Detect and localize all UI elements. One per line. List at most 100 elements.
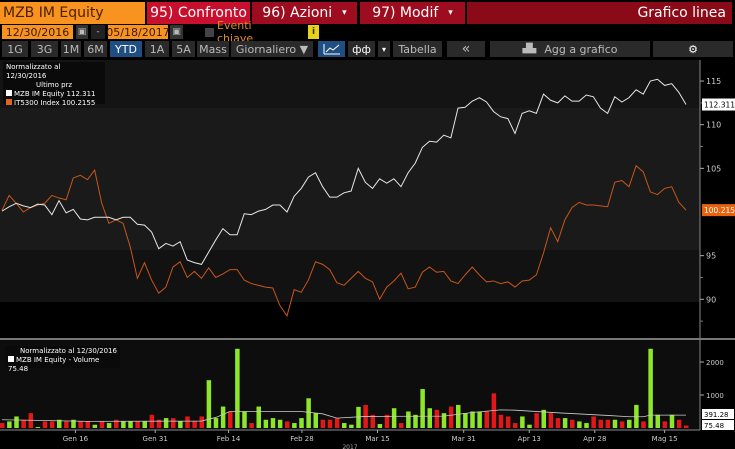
period-6m[interactable]: 6M	[84, 41, 107, 57]
end-date-input[interactable]: 05/18/2017	[106, 25, 170, 39]
volume-bar	[334, 418, 340, 428]
volume-bar	[399, 423, 404, 428]
legend-label: MZB IM Equity 112.311	[14, 90, 96, 98]
period-ytd[interactable]: YTD	[110, 41, 142, 57]
band	[0, 250, 700, 302]
volume-bar	[648, 348, 653, 428]
volume-bar	[527, 424, 532, 428]
period-5a[interactable]: 5A	[172, 41, 195, 57]
volume-bar	[577, 421, 582, 428]
x-tick-label: Gen 31	[143, 435, 168, 443]
volume-bar	[92, 424, 98, 428]
period-mass[interactable]: Mass	[197, 41, 229, 57]
edit-label: 97) Modif	[372, 5, 439, 21]
info-icon[interactable]: i	[308, 25, 319, 39]
period-1g[interactable]: 1G	[2, 41, 28, 57]
period-1a[interactable]: 1A	[145, 41, 169, 57]
period-3g[interactable]: 3G	[31, 41, 58, 57]
volume-bar	[470, 411, 475, 428]
events-label: Eventi chiave	[217, 19, 254, 45]
legend-label: IT5300 Index 100.2155	[14, 99, 96, 107]
volume-bar	[356, 406, 361, 428]
volume-bar	[541, 409, 546, 428]
volume-bar	[570, 419, 575, 428]
volume-bar	[413, 414, 418, 428]
gear-icon[interactable]: ⚙	[653, 41, 733, 57]
line-chart-icon[interactable]	[318, 41, 345, 57]
volume-bar	[463, 413, 468, 428]
volume-bar	[349, 424, 354, 428]
add-to-chart-button[interactable]: ▟▙ Agg a grafico	[490, 41, 650, 57]
year-label: 2017	[342, 444, 357, 449]
y-tick-label: 1000	[706, 392, 724, 400]
volume-bar	[64, 421, 69, 428]
volume-bar	[220, 406, 226, 428]
volume-bar	[85, 421, 90, 428]
value-tag-label: 391.28	[704, 411, 729, 419]
legend-item-index: IT5300 Index 100.2155	[6, 99, 102, 108]
volume-bar	[270, 418, 276, 428]
last-value-label: 100.2155	[704, 206, 735, 215]
x-tick-label: Gen 16	[63, 435, 89, 443]
volume-bar	[669, 414, 675, 428]
price-legend: Normalizzato al 12/30/2016 Ultimo prz MZ…	[3, 62, 105, 107]
volume-legend: Normalizzato al 12/30/2016 MZB IM Equity…	[5, 346, 120, 373]
collapse-button[interactable]: «	[447, 41, 485, 57]
volume-bar	[584, 423, 589, 428]
ticker-text: MZB IM Equity	[3, 5, 104, 21]
volume-bar	[441, 413, 447, 428]
volume-bar	[498, 414, 504, 428]
end-date-value: 05/18/2017	[106, 25, 170, 39]
table-button[interactable]: Tabella	[393, 41, 442, 57]
candlestick-icon[interactable]: фф	[348, 41, 375, 57]
volume-bar	[612, 419, 618, 428]
volume-bar	[598, 419, 603, 428]
edit-menu[interactable]: 97) Modif ▾	[360, 2, 465, 24]
volume-bar	[21, 419, 26, 428]
volume-bar	[391, 408, 397, 428]
volume-bar	[676, 419, 682, 428]
y-tick-label: 2000	[706, 359, 724, 367]
x-tick-label: Feb 14	[217, 435, 241, 443]
volume-bar	[256, 406, 261, 428]
volume-bar	[448, 406, 454, 428]
volume-bar	[619, 421, 625, 428]
volume-bar	[121, 421, 126, 428]
volume-bar	[505, 416, 511, 428]
frequency-select[interactable]: Giornaliero ▼	[231, 41, 313, 57]
y-tick-label: 105	[706, 164, 721, 173]
volume-bar	[163, 418, 169, 428]
calendar-icon[interactable]: ▣	[170, 25, 183, 39]
x-tick-label: Mag 15	[652, 435, 678, 443]
volume-bar	[285, 421, 290, 428]
volume-bar	[555, 418, 561, 428]
volume-bar	[299, 418, 304, 428]
volume-bar	[655, 414, 660, 428]
legend-item-mzb: MZB IM Equity 112.311	[6, 90, 102, 99]
volume-bar	[684, 425, 689, 428]
volume-bar	[0, 423, 5, 428]
volume-bar	[342, 423, 347, 428]
security-input[interactable]: MZB IM Equity	[0, 2, 145, 24]
legend-item-volume: MZB IM Equity - Volume 75.48	[8, 356, 117, 374]
volume-bar	[192, 421, 197, 428]
volume-bar	[106, 423, 112, 428]
last-value-label: 112.311	[704, 101, 735, 110]
volume-bar	[128, 421, 133, 428]
y-tick-label: 90	[706, 295, 716, 304]
x-tick-label: Feb 28	[290, 435, 314, 443]
volume-bar	[641, 421, 646, 428]
legend-title: Normalizzato al 12/30/2016	[20, 347, 117, 355]
value-tag-label: 75.48	[704, 422, 724, 430]
x-tick-label: Mar 31	[452, 435, 476, 443]
events-checkbox[interactable]	[205, 28, 214, 37]
y-tick-label: 115	[706, 77, 721, 86]
volume-bar	[562, 418, 568, 428]
calendar-icon[interactable]: ▣	[76, 25, 88, 39]
x-tick-label: Apr 13	[518, 435, 541, 443]
period-1m[interactable]: 1M	[61, 41, 81, 57]
volume-bar	[263, 419, 269, 428]
chevron-down-icon[interactable]: ▾	[378, 41, 390, 57]
start-date-input[interactable]: 12/30/2016	[2, 25, 73, 39]
volume-bar	[605, 419, 611, 428]
